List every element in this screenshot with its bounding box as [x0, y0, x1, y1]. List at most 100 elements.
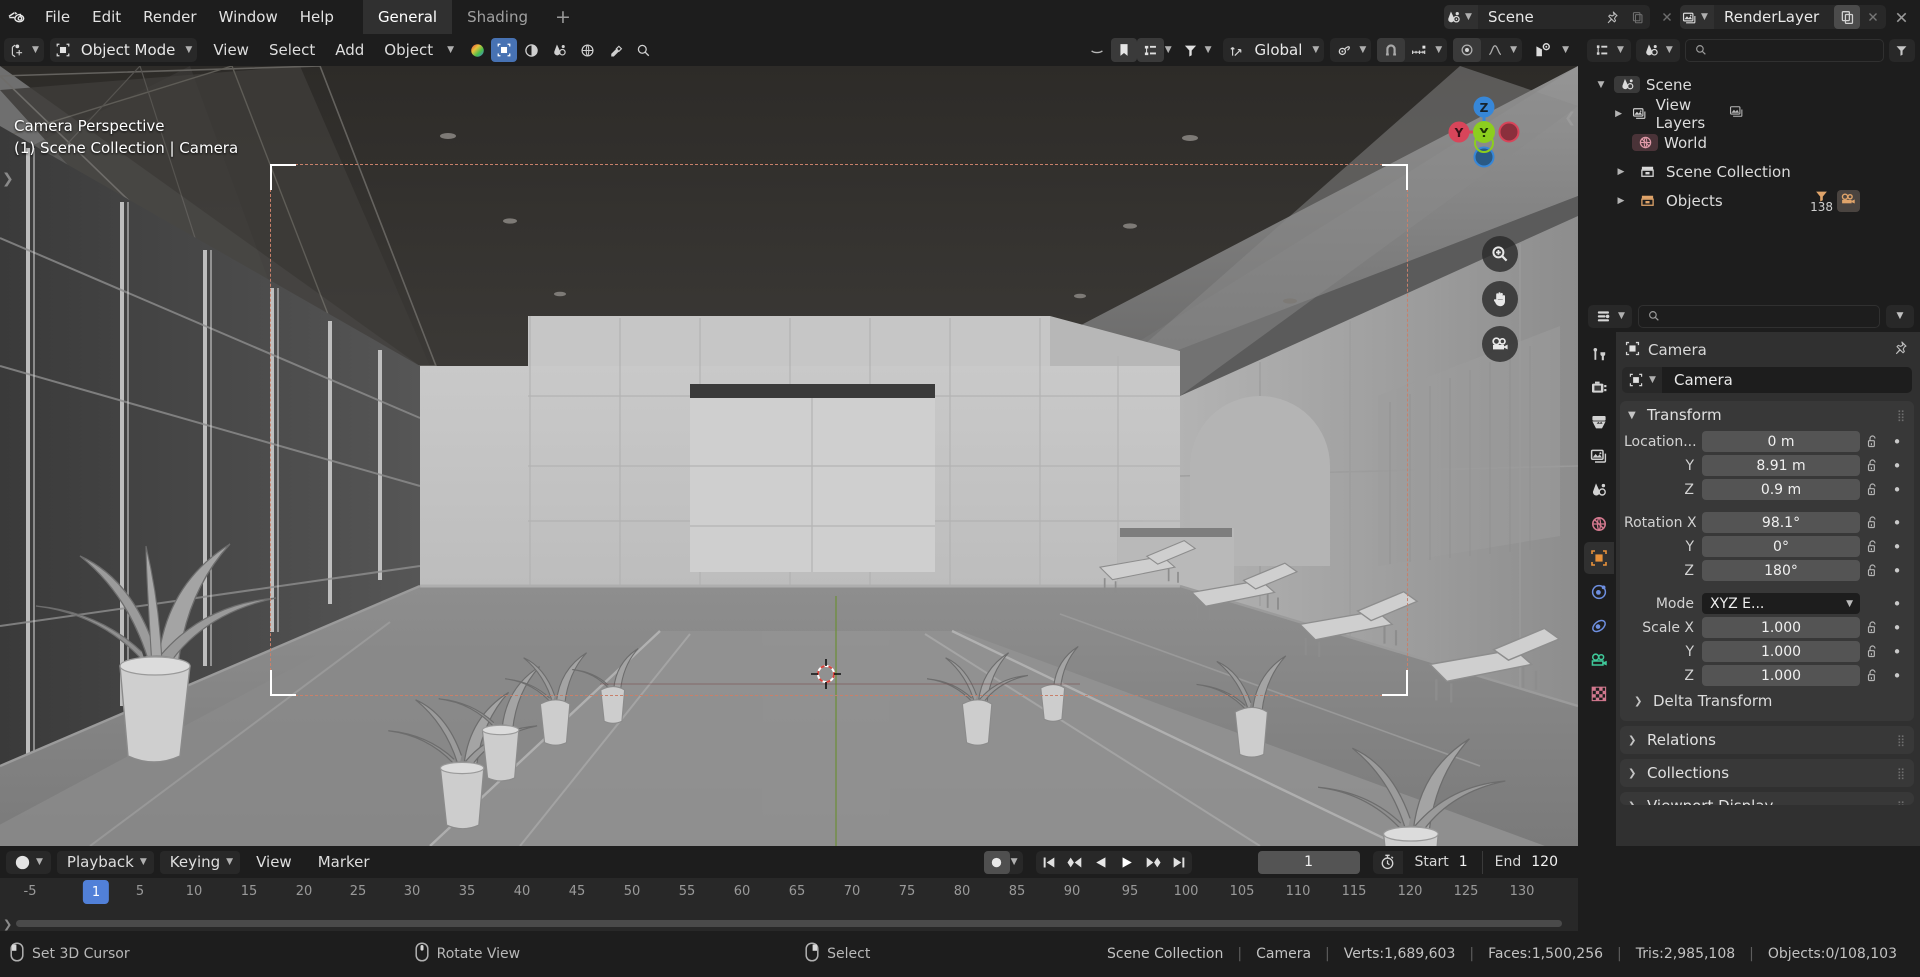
animate-property-dot[interactable]: •	[1886, 514, 1908, 532]
close-scene-icon[interactable]	[1654, 5, 1680, 29]
disclosure-triangle-closed-icon[interactable]: ▶	[1610, 109, 1627, 119]
chevron-down-icon[interactable]: ▼	[1509, 45, 1522, 55]
scale-z-field[interactable]: 1.000	[1702, 665, 1860, 686]
rotation-z-field[interactable]: 180°	[1702, 560, 1860, 581]
start-frame-field[interactable]: Start 1	[1402, 850, 1482, 874]
pin-icon[interactable]	[1598, 5, 1624, 29]
outliner-item-world[interactable]: World	[1582, 128, 1920, 157]
camera-icon[interactable]	[1482, 326, 1518, 362]
viewport-canvas[interactable]: Camera Perspective (1) Scene Collection …	[0, 66, 1578, 846]
viewlayer-selector[interactable]: ▼ RenderLayer	[1680, 5, 1886, 29]
editor-type-3dview-icon[interactable]	[4, 38, 31, 62]
shading-material-preview-icon[interactable]	[518, 38, 545, 62]
panel-viewport-display[interactable]: ❯ Viewport Display ⣿	[1620, 792, 1914, 805]
animate-property-dot[interactable]: •	[1886, 667, 1908, 685]
jump-to-start-button[interactable]	[1036, 851, 1062, 874]
gizmo-icon[interactable]	[1528, 38, 1557, 62]
animate-property-dot[interactable]: •	[1886, 457, 1908, 475]
rotation-x-field[interactable]: 98.1°	[1702, 512, 1860, 533]
disclosure-triangle-closed-icon[interactable]: ▶	[1610, 196, 1632, 206]
properties-tab-world[interactable]	[1584, 508, 1614, 540]
chevron-down-icon[interactable]: ▼	[1434, 45, 1447, 55]
filter-dropdown-icon[interactable]: ▼	[1886, 304, 1914, 328]
navigation-gizmo[interactable]: Z Y Y	[1442, 90, 1526, 174]
workspace-tab-general[interactable]: General	[362, 0, 453, 34]
properties-tab-object[interactable]	[1584, 542, 1614, 574]
properties-tab-render[interactable]	[1584, 372, 1614, 404]
scale-x-field[interactable]: 1.000	[1702, 617, 1860, 638]
chevron-down-icon[interactable]: ▼	[1204, 45, 1217, 55]
timeline-scrubbing-area[interactable]: -5 1 5 10 15 20 25 30 35 40 45 50 55 60 …	[0, 878, 1578, 914]
properties-tab-tool[interactable]	[1584, 338, 1614, 370]
disclosure-triangle-open-icon[interactable]: ▼	[1590, 80, 1612, 90]
auto-keying-group[interactable]: ▼	[983, 850, 1023, 874]
menu-file[interactable]: File	[34, 4, 81, 30]
properties-editor-icon[interactable]: ▼	[1588, 304, 1632, 328]
disclosure-triangle-closed-icon[interactable]: ❯	[1628, 768, 1640, 779]
interaction-mode-selector[interactable]: Object Mode ▼	[49, 38, 198, 62]
bookmark-icon[interactable]	[1110, 38, 1137, 62]
filter-icon[interactable]	[1177, 38, 1204, 62]
lock-open-icon[interactable]	[1860, 515, 1886, 530]
viewlayer-name[interactable]: RenderLayer	[1714, 8, 1834, 26]
current-frame-field[interactable]: 1	[1257, 850, 1360, 874]
object-id-block[interactable]: ▼ Camera	[1622, 367, 1912, 393]
shading-wireframe-icon[interactable]	[464, 38, 490, 62]
lock-open-icon[interactable]	[1860, 563, 1886, 578]
editor-type-selector[interactable]: ▼	[4, 38, 44, 62]
outliner-search-input[interactable]	[1684, 38, 1884, 62]
animate-property-dot[interactable]: •	[1886, 643, 1908, 661]
panel-collections-header[interactable]: ❯ Collections ⣿	[1620, 759, 1914, 787]
jump-to-end-button[interactable]	[1166, 851, 1192, 874]
play-reverse-button[interactable]	[1088, 851, 1114, 874]
object-name-field[interactable]: Camera	[1662, 367, 1912, 393]
add-workspace-button[interactable]: +	[543, 0, 583, 34]
timeline-horizontal-scrollbar[interactable]	[16, 920, 1562, 927]
panel-collections[interactable]: ❯ Collections ⣿	[1620, 759, 1914, 787]
blender-logo-icon[interactable]	[0, 0, 34, 34]
lock-open-icon[interactable]	[1860, 620, 1886, 635]
outliner-search-field[interactable]	[1713, 42, 1875, 58]
outliner-editor[interactable]: ▼ ▼ ▼ Scene ▶ View Layers World ▶ Scene …	[1582, 34, 1920, 298]
disclosure-triangle-closed-icon[interactable]: ❯	[1628, 801, 1640, 806]
timeline-menu-view[interactable]: View	[246, 851, 302, 874]
viewport-menu-view[interactable]: View	[203, 38, 259, 62]
chevron-down-icon[interactable]: ▼	[443, 45, 464, 55]
menu-render[interactable]: Render	[132, 4, 207, 30]
renderlayers-icon[interactable]	[1728, 103, 1745, 124]
snapping-group[interactable]: ▼	[1377, 38, 1448, 62]
zoom-icon[interactable]	[1482, 236, 1518, 272]
location-x-field[interactable]: 0 m	[1702, 431, 1860, 452]
timeline-editor-type-button[interactable]: ▼	[6, 850, 51, 874]
outliner-filter-icon[interactable]	[1136, 38, 1164, 62]
pivot-point-selector[interactable]: ▼	[1330, 38, 1372, 62]
shading-solid-icon[interactable]	[491, 38, 518, 62]
properties-search-field[interactable]	[1666, 308, 1871, 324]
timeline-editor[interactable]: ▼ Playback ▼ Keying ▼ View Marker ▼ 1 St…	[0, 846, 1578, 931]
outliner-item-scene-collection[interactable]: ▶ Scene Collection	[1582, 157, 1920, 186]
viewport-menu-add[interactable]: Add	[325, 38, 374, 62]
drag-grip-icon[interactable]: ⣿	[1897, 735, 1906, 746]
outliner-item-objects[interactable]: ▶ Objects 138	[1582, 186, 1920, 215]
animate-property-dot[interactable]: •	[1886, 562, 1908, 580]
outliner-item-view-layers[interactable]: ▶ View Layers	[1582, 96, 1920, 132]
lock-open-icon[interactable]	[1860, 644, 1886, 659]
chevron-down-icon[interactable]: ▼	[1010, 857, 1023, 867]
drag-grip-icon[interactable]: ⣿	[1897, 768, 1906, 779]
scale-y-field[interactable]: 1.000	[1702, 641, 1860, 662]
search-icon[interactable]	[630, 38, 657, 62]
world-icon[interactable]	[574, 38, 601, 62]
sidebar-expand-arrow-icon[interactable]: ❮	[1564, 110, 1576, 126]
animate-property-dot[interactable]: •	[1886, 481, 1908, 499]
location-y-field[interactable]: 8.91 m	[1702, 455, 1860, 476]
lock-open-icon[interactable]	[1860, 668, 1886, 683]
disclosure-triangle-closed-icon[interactable]: ❯	[1628, 735, 1640, 746]
lock-open-icon[interactable]	[1860, 539, 1886, 554]
menu-window[interactable]: Window	[208, 4, 289, 30]
disclosure-triangle-closed-icon[interactable]: ▶	[1610, 167, 1632, 177]
proportional-editing-group[interactable]: ▼	[1453, 38, 1523, 62]
lock-open-icon[interactable]	[1860, 458, 1886, 473]
properties-tab-physics[interactable]	[1584, 610, 1614, 642]
pin-icon[interactable]	[1892, 340, 1914, 360]
scene-name[interactable]: Scene	[1478, 8, 1598, 26]
